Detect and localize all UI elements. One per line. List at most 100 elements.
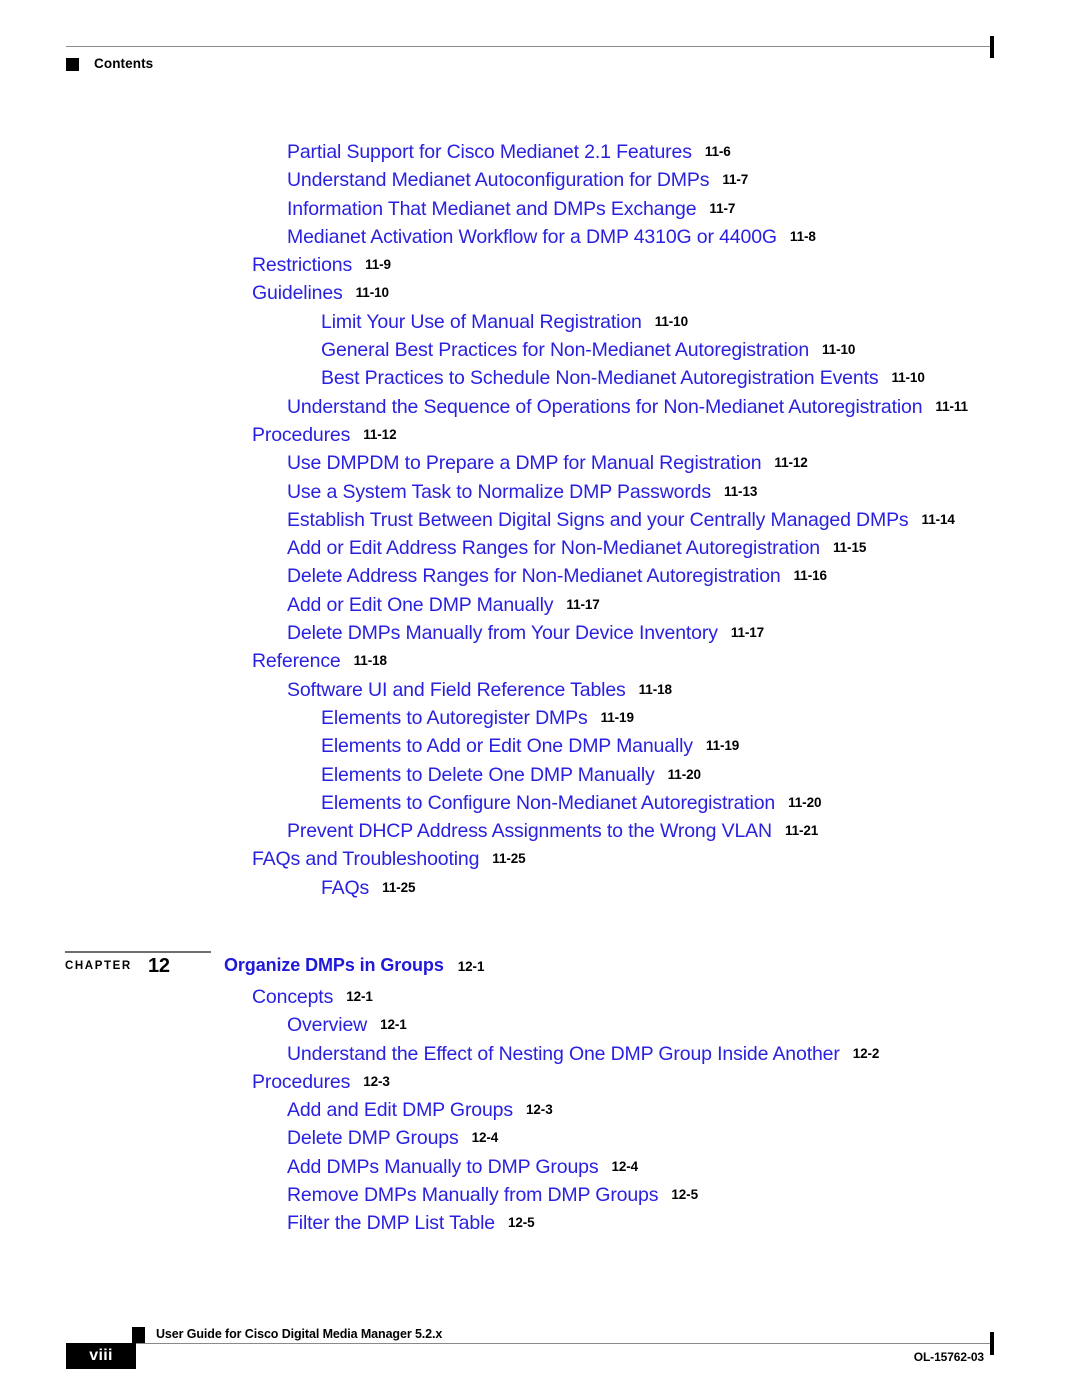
toc-entry-page-ref: 11-20 [788, 794, 822, 810]
toc-entry-page-ref: 12-3 [363, 1073, 390, 1089]
toc-ch12-entry[interactable]: Procedures 12-3 [0, 1068, 1080, 1096]
toc-ch11-entry[interactable]: General Best Practices for Non-Medianet … [0, 336, 1080, 364]
toc-entry-title[interactable]: Best Practices to Schedule Non-Medianet … [321, 367, 879, 389]
toc-ch11-entry[interactable]: Medianet Activation Workflow for a DMP 4… [0, 223, 1080, 251]
toc-entry-title[interactable]: Add and Edit DMP Groups [287, 1099, 513, 1121]
toc-entry-title[interactable]: Delete Address Ranges for Non-Medianet A… [287, 565, 781, 587]
toc-entry-title[interactable]: Elements to Autoregister DMPs [321, 707, 588, 729]
toc-entry-title[interactable]: Procedures [252, 1071, 350, 1093]
toc-entry-page-ref: 11-12 [363, 426, 397, 442]
page-number: viii [89, 1347, 113, 1364]
toc-list-chapter-11: Partial Support for Cisco Medianet 2.1 F… [0, 138, 1080, 902]
toc-ch11-entry[interactable]: Elements to Delete One DMP Manually 11-20 [0, 761, 1080, 789]
toc-entry-title[interactable]: Software UI and Field Reference Tables [287, 679, 626, 701]
toc-entry-title[interactable]: Guidelines [252, 282, 343, 304]
toc-entry-title[interactable]: Add or Edit Address Ranges for Non-Media… [287, 537, 820, 559]
toc-ch12-entry[interactable]: Remove DMPs Manually from DMP Groups 12-5 [0, 1181, 1080, 1209]
toc-ch11-entry[interactable]: Limit Your Use of Manual Registration 11-… [0, 308, 1080, 336]
toc-entry-title[interactable]: Establish Trust Between Digital Signs an… [287, 509, 909, 531]
toc-entry-title[interactable]: Limit Your Use of Manual Registration [321, 311, 642, 333]
toc-ch11-entry[interactable]: Understand Medianet Autoconfiguration fo… [0, 166, 1080, 194]
toc-ch11-entry[interactable]: Elements to Autoregister DMPs 11-19 [0, 704, 1080, 732]
toc-entry-title[interactable]: Add or Edit One DMP Manually [287, 594, 554, 616]
toc-entry-title[interactable]: FAQs and Troubleshooting [252, 848, 479, 870]
toc-entry-title[interactable]: Concepts [252, 986, 333, 1008]
toc-entry-title[interactable]: Restrictions [252, 254, 352, 276]
toc-ch12-entry[interactable]: Overview 12-1 [0, 1011, 1080, 1039]
toc-entry-title[interactable]: Elements to Add or Edit One DMP Manually [321, 735, 693, 757]
toc-ch11-entry[interactable]: Add or Edit Address Ranges for Non-Media… [0, 534, 1080, 562]
toc-ch11-entry[interactable]: Prevent DHCP Address Assignments to the … [0, 817, 1080, 845]
toc-entry-page-ref: 11-18 [353, 653, 387, 669]
running-header-label: Contents [94, 56, 154, 71]
toc-entry-title[interactable]: General Best Practices for Non-Medianet … [321, 339, 809, 361]
toc-entry-title[interactable]: Use a System Task to Normalize DMP Passw… [287, 481, 711, 503]
toc-ch11-entry[interactable]: FAQs 11-25 [0, 874, 1080, 902]
toc-ch12-entry[interactable]: Concepts 12-1 [0, 983, 1080, 1011]
toc-ch11-entry[interactable]: Information That Medianet and DMPs Excha… [0, 195, 1080, 223]
toc-entry-title[interactable]: Understand the Sequence of Operations fo… [287, 396, 923, 418]
toc-ch11-entry[interactable]: Delete Address Ranges for Non-Medianet A… [0, 562, 1080, 590]
header-crop-tick [990, 36, 994, 58]
chapter-toc-entry[interactable]: Organize DMPs in Groups 12-1 [224, 955, 484, 976]
toc-entry-page-ref: 11-19 [600, 709, 634, 725]
toc-ch11-entry[interactable]: Understand the Sequence of Operations fo… [0, 393, 1080, 421]
toc-entry-title[interactable]: Remove DMPs Manually from DMP Groups [287, 1184, 659, 1206]
toc-ch11-entry[interactable]: Establish Trust Between Digital Signs an… [0, 506, 1080, 534]
toc-entry-title[interactable]: Medianet Activation Workflow for a DMP 4… [287, 226, 777, 248]
chapter-number: 12 [148, 955, 170, 977]
toc-ch11-entry[interactable]: Procedures 11-12 [0, 421, 1080, 449]
toc-entry-title[interactable]: Elements to Configure Non-Medianet Autor… [321, 792, 775, 814]
toc-entry-title[interactable]: Delete DMP Groups [287, 1127, 459, 1149]
chapter-rule [65, 951, 211, 953]
toc-ch11-entry[interactable]: Reference 11-18 [0, 647, 1080, 675]
toc-entry-page-ref: 11-8 [789, 228, 816, 244]
toc-entry-title[interactable]: Use DMPDM to Prepare a DMP for Manual Re… [287, 452, 762, 474]
toc-ch11-entry[interactable]: Add or Edit One DMP Manually 11-17 [0, 591, 1080, 619]
toc-ch12-entry[interactable]: Understand the Effect of Nesting One DMP… [0, 1040, 1080, 1068]
header-rule [66, 46, 994, 47]
toc-ch11-entry[interactable]: Guidelines 11-10 [0, 279, 1080, 307]
toc-entry-title[interactable]: Reference [252, 650, 341, 672]
toc-ch11-entry[interactable]: Elements to Add or Edit One DMP Manually… [0, 732, 1080, 760]
footer-rule [135, 1343, 994, 1344]
toc-entry-title[interactable]: Understand the Effect of Nesting One DMP… [287, 1043, 840, 1065]
toc-entry-title[interactable]: Elements to Delete One DMP Manually [321, 764, 655, 786]
toc-entry-page-ref: 11-25 [492, 851, 526, 867]
toc-ch11-entry[interactable]: Software UI and Field Reference Tables 11… [0, 676, 1080, 704]
toc-entry-title[interactable]: Procedures [252, 424, 350, 446]
toc-ch11-entry[interactable]: Elements to Configure Non-Medianet Autor… [0, 789, 1080, 817]
toc-entry-page-ref: 12-2 [852, 1045, 880, 1061]
toc-ch11-entry[interactable]: FAQs and Troubleshooting 11-25 [0, 845, 1080, 873]
toc-ch12-entry[interactable]: Delete DMP Groups 12-4 [0, 1124, 1080, 1152]
toc-entry-page-ref: 11-10 [891, 370, 925, 386]
toc-ch11-entry[interactable]: Best Practices to Schedule Non-Medianet … [0, 364, 1080, 392]
chapter-heading-block: CHAPTER 12 Organize DMPs in Groups 12-1 [0, 944, 1080, 984]
toc-ch11-entry[interactable]: Restrictions 11-9 [0, 251, 1080, 279]
toc-ch11-entry[interactable]: Partial Support for Cisco Medianet 2.1 F… [0, 138, 1080, 166]
document-id: OL-15762-03 [913, 1350, 984, 1364]
toc-entry-page-ref: 11-21 [784, 823, 819, 839]
toc-entry-page-ref: 11-10 [654, 313, 689, 329]
toc-entry-page-ref: 11-15 [832, 540, 867, 556]
toc-ch12-entry[interactable]: Filter the DMP List Table 12-5 [0, 1209, 1080, 1237]
toc-ch11-entry[interactable]: Use a System Task to Normalize DMP Passw… [0, 478, 1080, 506]
toc-entry-title[interactable]: Add DMPs Manually to DMP Groups [287, 1156, 599, 1178]
toc-entry-title[interactable]: Overview [287, 1014, 367, 1036]
toc-ch12-entry[interactable]: Add DMPs Manually to DMP Groups 12-4 [0, 1153, 1080, 1181]
toc-entry-title[interactable]: Partial Support for Cisco Medianet 2.1 F… [287, 141, 692, 163]
toc-entry-title[interactable]: Delete DMPs Manually from Your Device In… [287, 622, 718, 644]
toc-ch11-entry[interactable]: Use DMPDM to Prepare a DMP for Manual Re… [0, 449, 1080, 477]
toc-ch12-entry[interactable]: Add and Edit DMP Groups 12-3 [0, 1096, 1080, 1124]
toc-entry-page-ref: 11-10 [822, 342, 856, 358]
toc-entry-title[interactable]: Prevent DHCP Address Assignments to the … [287, 820, 772, 842]
toc-entry-page-ref: 12-1 [346, 989, 373, 1004]
toc-ch11-entry[interactable]: Delete DMPs Manually from Your Device In… [0, 619, 1080, 647]
toc-entry-page-ref: 11-20 [667, 766, 701, 782]
toc-entry-title[interactable]: FAQs [321, 877, 369, 899]
square-marker-icon [66, 58, 79, 71]
toc-entry-title[interactable]: Filter the DMP List Table [287, 1212, 495, 1234]
toc-entry-title[interactable]: Understand Medianet Autoconfiguration fo… [287, 169, 709, 191]
toc-entry-title[interactable]: Information That Medianet and DMPs Excha… [287, 198, 697, 220]
chapter-title[interactable]: Organize DMPs in Groups [224, 955, 444, 975]
